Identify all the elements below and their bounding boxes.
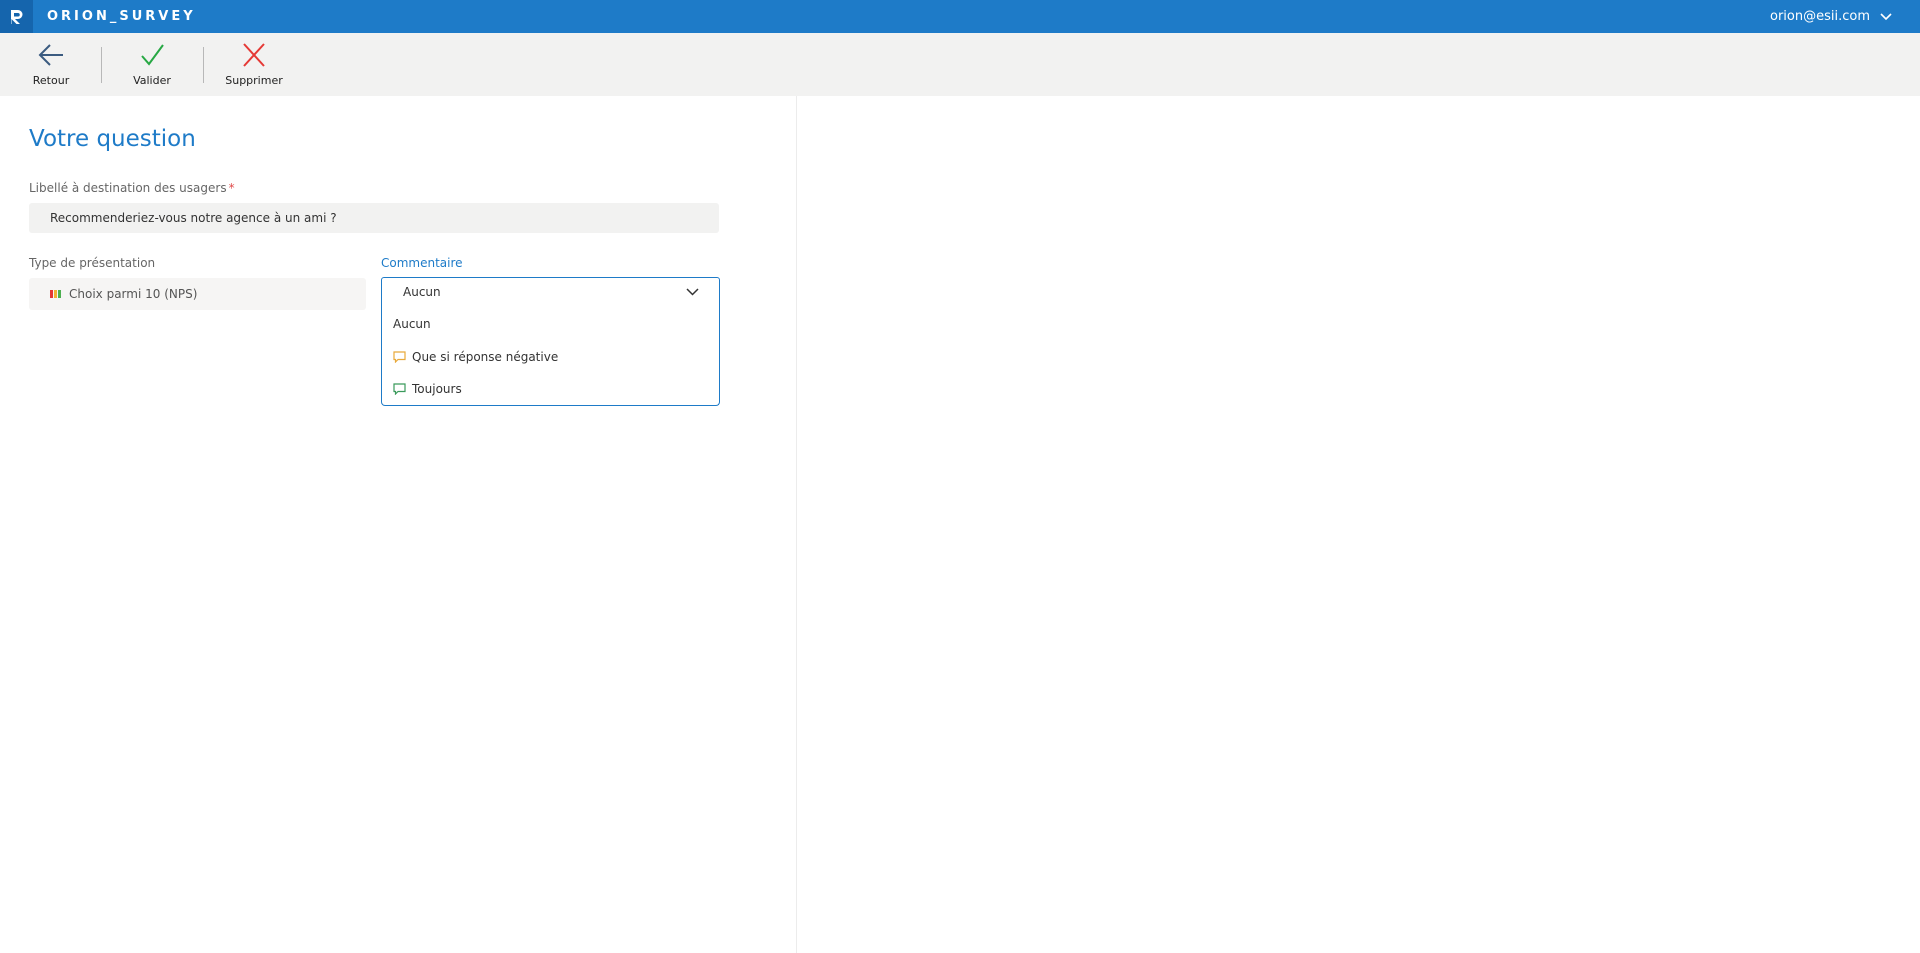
toolbar-divider — [203, 47, 204, 83]
toolbar: Retour Valider Supprimer — [0, 33, 1920, 96]
delete-button[interactable]: Supprimer — [225, 33, 283, 96]
logo[interactable] — [0, 0, 33, 33]
required-mark: * — [228, 181, 235, 195]
validate-button[interactable]: Valider — [130, 33, 174, 96]
presentation-type-label: Type de présentation — [29, 256, 156, 270]
presentation-type-field[interactable]: Choix parmi 10 (NPS) — [29, 278, 366, 310]
validate-label: Valider — [133, 74, 171, 87]
nps-scale-icon — [50, 290, 61, 298]
panel-divider — [796, 96, 797, 953]
checkmark-icon — [141, 44, 164, 66]
question-label-input[interactable]: Recommenderiez-vous notre agence à un am… — [29, 203, 719, 233]
chevron-down-icon — [686, 288, 699, 296]
delete-label: Supprimer — [225, 74, 283, 87]
option-label: Que si réponse négative — [412, 350, 559, 364]
logo-icon — [10, 9, 22, 24]
toolbar-divider — [101, 47, 102, 83]
page-title: Votre question — [29, 126, 196, 152]
comment-green-icon — [393, 383, 406, 395]
comment-orange-icon — [393, 351, 406, 363]
back-button[interactable]: Retour — [32, 33, 70, 96]
comment-option-always[interactable]: Toujours — [382, 375, 719, 403]
chevron-down-icon — [1880, 12, 1892, 20]
top-bar: ORION_SURVEY orion@esii.com — [0, 0, 1920, 33]
app-title: ORION_SURVEY — [47, 9, 196, 24]
question-label-text: Libellé à destination des usagers — [29, 181, 227, 195]
user-menu[interactable]: orion@esii.com — [1770, 0, 1892, 33]
comment-selected-value: Aucun — [403, 285, 441, 299]
user-email: orion@esii.com — [1770, 9, 1870, 24]
option-label: Aucun — [393, 317, 431, 331]
option-label: Toujours — [412, 382, 462, 396]
question-label-caption: Libellé à destination des usagers * — [29, 181, 235, 195]
comment-option-negative[interactable]: Que si réponse négative — [382, 343, 719, 371]
comment-dropdown: Aucun Que si réponse négative Toujours — [381, 307, 720, 406]
comment-select[interactable]: Aucun — [381, 277, 720, 308]
back-label: Retour — [32, 74, 70, 87]
close-icon — [243, 43, 265, 67]
arrow-left-icon — [38, 44, 63, 66]
comment-option-aucun[interactable]: Aucun — [382, 310, 719, 338]
presentation-type-value: Choix parmi 10 (NPS) — [69, 287, 198, 301]
comment-label: Commentaire — [381, 256, 463, 270]
